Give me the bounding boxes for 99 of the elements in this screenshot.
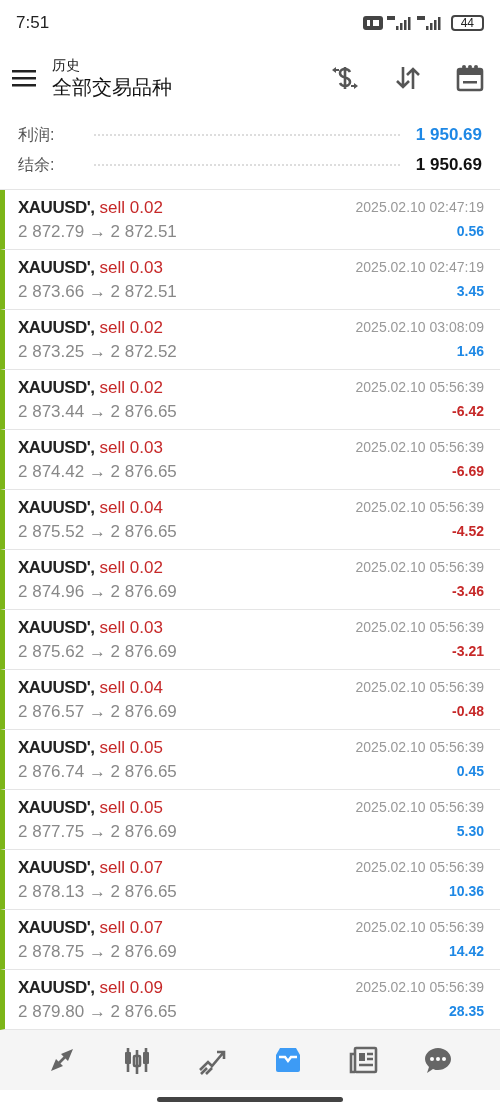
trade-row[interactable]: XAUUSD', sell 0.02 2025.02.10 05:56:39 2 874.96 → 2 876.69 -3.46 [0,550,500,610]
summary-value: 1 950.69 [415,123,482,146]
signal-icon [416,15,443,30]
trade-prices: 2 876.74 → 2 876.65 [18,760,177,783]
trade-time: 2025.02.10 05:56:39 [355,798,484,817]
trade-order: sell 0.02 [99,196,163,219]
trade-result: 5.30 [456,822,484,841]
chat-icon[interactable] [423,1045,454,1075]
trade-symbol: XAUUSD', [18,436,95,459]
trade-result: -3.21 [452,642,484,661]
trade-order: sell 0.04 [99,676,163,699]
trade-result: 0.56 [456,222,484,241]
trade-time: 2025.02.10 05:56:39 [355,618,484,637]
trade-time: 2025.02.10 05:56:39 [355,678,484,697]
trade-order: sell 0.02 [99,556,163,579]
trade-order: sell 0.04 [99,496,163,519]
trade-result: -0.48 [452,702,484,721]
trade-time: 2025.02.10 05:56:39 [355,498,484,517]
trade-result: -4.52 [452,522,484,541]
trade-time: 2025.02.10 05:56:39 [355,558,484,577]
trade-prices: 2 872.79 → 2 872.51 [18,220,177,243]
trade-order: sell 0.02 [99,376,163,399]
trade-prices: 2 878.75 → 2 876.69 [18,940,177,963]
trade-prices: 2 875.52 → 2 876.65 [18,520,177,543]
trade-order: sell 0.03 [99,616,163,639]
trade-prices: 2 873.66 → 2 872.51 [18,280,177,303]
trade-symbol: XAUUSD', [18,616,95,639]
trade-row[interactable]: XAUUSD', sell 0.02 2025.02.10 03:08:09 2 873.25 → 2 872.52 1.46 [0,310,500,370]
trade-prices: 2 874.42 → 2 876.65 [18,460,177,483]
trade-time: 2025.02.10 05:56:39 [355,978,484,997]
trade-row[interactable]: XAUUSD', sell 0.03 2025.02.10 05:56:39 2 875.62 → 2 876.69 -3.21 [0,610,500,670]
trade-symbol: XAUUSD', [18,256,95,279]
trade-time: 2025.02.10 05:56:39 [355,858,484,877]
trade-result: 1.46 [456,342,484,361]
trade-result: 0.45 [456,762,484,781]
trade-row[interactable]: XAUUSD', sell 0.07 2025.02.10 05:56:39 2 878.75 → 2 876.69 14.42 [0,910,500,970]
trade-symbol: XAUUSD', [18,496,95,519]
trade-time: 2025.02.10 05:56:39 [355,378,484,397]
trade-result: 3.45 [456,282,484,301]
summary-value: 1 950.69 [415,153,482,176]
trade-prices: 2 876.57 → 2 876.69 [18,700,177,723]
trade-prices: 2 875.62 → 2 876.69 [18,640,177,663]
candlestick-icon[interactable] [122,1045,152,1075]
header-title: 全部交易品种 [52,74,172,100]
trade-symbol: XAUUSD', [18,736,95,759]
trade-time: 2025.02.10 05:56:39 [355,738,484,757]
trade-prices: 2 877.75 → 2 876.69 [18,820,177,843]
trade-result: -3.46 [452,582,484,601]
trade-time: 2025.02.10 05:56:39 [355,438,484,457]
trade-order: sell 0.07 [99,856,163,879]
status-time: 7:51 [16,11,50,34]
summary-label: 利润: [18,124,56,145]
trade-order: sell 0.05 [99,796,163,819]
trade-time: 2025.02.10 02:47:19 [355,198,484,217]
battery-level: 44 [450,14,484,31]
sort-icon[interactable] [394,64,422,91]
trade-row[interactable]: XAUUSD', sell 0.03 2025.02.10 02:47:19 2 873.66 → 2 872.51 3.45 [0,250,500,310]
trade-prices: 2 879.80 → 2 876.65 [18,1000,177,1023]
trade-time: 2025.02.10 05:56:39 [355,918,484,937]
trade-order: sell 0.03 [99,256,163,279]
trade-prices: 2 873.44 → 2 876.65 [18,400,177,423]
trade-time: 2025.02.10 02:47:19 [355,258,484,277]
trade-symbol: XAUUSD', [18,196,95,219]
trade-prices: 2 874.96 → 2 876.69 [18,580,177,603]
trade-prices: 2 878.13 → 2 876.65 [18,880,177,903]
trade-symbol: XAUUSD', [18,796,95,819]
calendar-icon[interactable] [456,63,484,92]
trade-row[interactable]: XAUUSD', sell 0.03 2025.02.10 05:56:39 2 874.42 → 2 876.65 -6.69 [0,430,500,490]
trade-result: 10.36 [448,882,484,901]
trade-row[interactable]: XAUUSD', sell 0.04 2025.02.10 05:56:39 2 876.57 → 2 876.69 -0.48 [0,670,500,730]
trade-row[interactable]: XAUUSD', sell 0.05 2025.02.10 05:56:39 2 876.74 → 2 876.65 0.45 [0,730,500,790]
menu-icon[interactable] [12,68,36,87]
trade-symbol: XAUUSD', [18,316,95,339]
newspaper-icon[interactable] [347,1045,378,1075]
trade-order: sell 0.07 [99,916,163,939]
trade-order: sell 0.02 [99,316,163,339]
trade-row[interactable]: XAUUSD', sell 0.02 2025.02.10 02:47:19 2 872.79 → 2 872.51 0.56 [0,190,500,250]
trade-symbol: XAUUSD', [18,856,95,879]
trade-prices: 2 873.25 → 2 872.52 [18,340,177,363]
trade-result: 14.42 [448,942,484,961]
trade-symbol: XAUUSD', [18,556,95,579]
header-subtitle: 历史 [52,55,81,74]
trade-order: sell 0.03 [99,436,163,459]
trade-result: -6.69 [452,462,484,481]
trade-result: 28.35 [448,1002,484,1021]
trade-order: sell 0.09 [99,976,163,999]
trade-result: -6.42 [452,402,484,421]
trade-row[interactable]: XAUUSD', sell 0.07 2025.02.10 05:56:39 2 878.13 → 2 876.65 10.36 [0,850,500,910]
trade-symbol: XAUUSD', [18,976,95,999]
signal-icon [386,15,413,30]
trade-symbol: XAUUSD', [18,916,95,939]
trade-symbol: XAUUSD', [18,676,95,699]
summary-label: 结余: [18,154,56,175]
trade-time: 2025.02.10 03:08:09 [355,318,484,337]
trade-row[interactable]: XAUUSD', sell 0.02 2025.02.10 05:56:39 2 873.44 → 2 876.65 -6.42 [0,370,500,430]
trade-row[interactable]: XAUUSD', sell 0.04 2025.02.10 05:56:39 2 875.52 → 2 876.65 -4.52 [0,490,500,550]
trade-symbol: XAUUSD', [18,376,95,399]
trade-row[interactable]: XAUUSD', sell 0.05 2025.02.10 05:56:39 2 877.75 → 2 876.69 5.30 [0,790,500,850]
trade-order: sell 0.05 [99,736,163,759]
